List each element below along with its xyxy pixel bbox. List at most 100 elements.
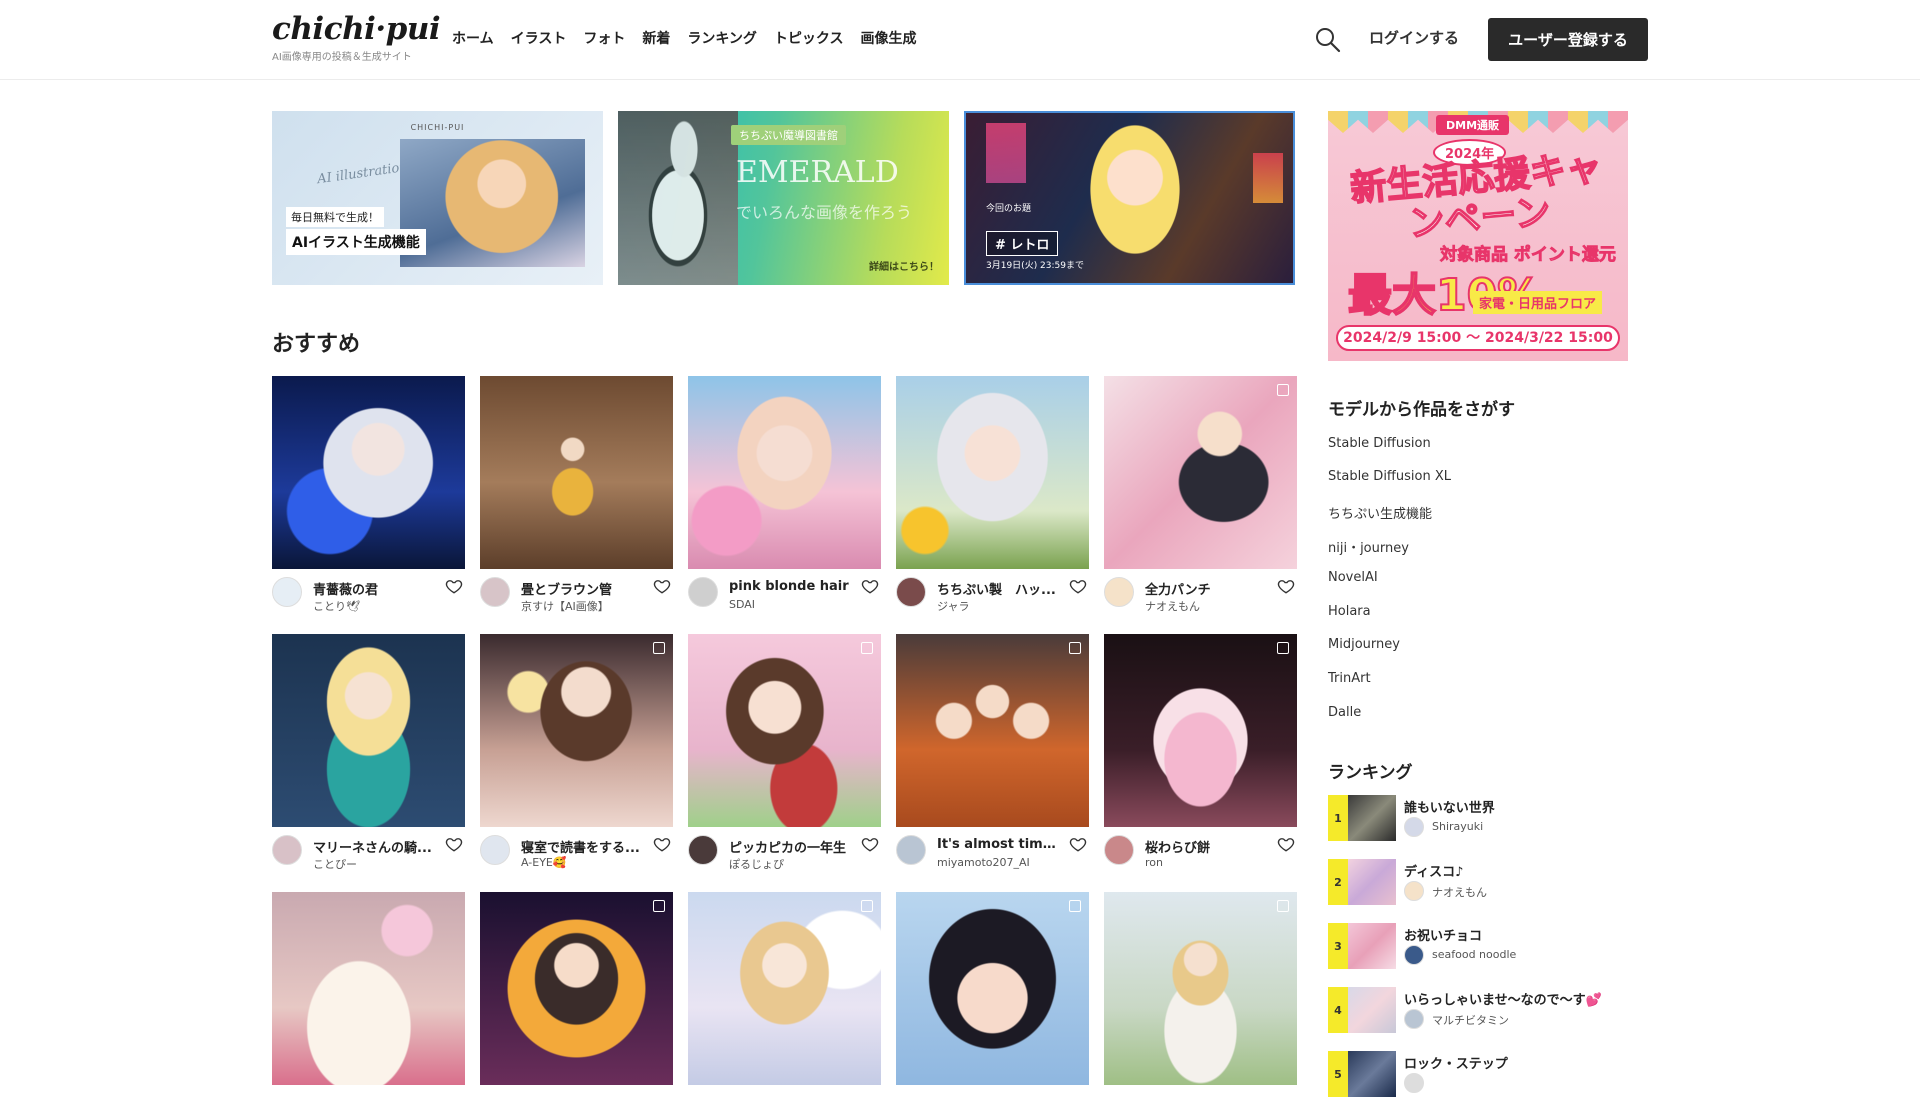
- register-button[interactable]: ユーザー登録する: [1488, 18, 1648, 61]
- artwork-card[interactable]: [1104, 892, 1297, 1085]
- artwork-card[interactable]: [272, 892, 465, 1085]
- artwork-title[interactable]: It's almost time to ...: [937, 837, 1059, 852]
- nav-ranking[interactable]: ランキング: [687, 28, 757, 48]
- model-link[interactable]: niji・journey: [1328, 537, 1409, 556]
- artwork-thumbnail[interactable]: [896, 892, 1089, 1085]
- artwork-thumbnail[interactable]: [1104, 892, 1297, 1085]
- artwork-author[interactable]: SDAI: [729, 598, 869, 611]
- rank-thumbnail[interactable]: [1348, 923, 1396, 969]
- nav-home[interactable]: ホーム: [452, 28, 494, 48]
- rank-title[interactable]: いらっしゃいませ〜なので〜す💕: [1404, 989, 1602, 1008]
- artwork-thumbnail[interactable]: [272, 376, 465, 569]
- rank-author[interactable]: ナオえもん: [1432, 884, 1487, 900]
- artwork-thumbnail[interactable]: [688, 892, 881, 1085]
- model-link[interactable]: Holara: [1328, 604, 1371, 619]
- artwork-author[interactable]: 京すけ【AI画像】: [521, 598, 661, 614]
- rank-thumbnail[interactable]: [1348, 859, 1396, 905]
- heart-icon[interactable]: [1069, 577, 1087, 595]
- rank-author[interactable]: Shirayuki: [1432, 820, 1483, 833]
- heart-icon[interactable]: [1069, 835, 1087, 853]
- artwork-thumbnail[interactable]: [480, 892, 673, 1085]
- artwork-card[interactable]: pink blonde hair SDAI: [688, 376, 881, 619]
- avatar[interactable]: [1404, 945, 1424, 965]
- ranking-item[interactable]: 2 ディスコ♪ ナオえもん: [1328, 859, 1628, 905]
- nav-topics[interactable]: トピックス: [774, 28, 844, 48]
- model-link[interactable]: Midjourney: [1328, 637, 1400, 652]
- banner-topic-retro[interactable]: 今回のお題 # レトロ 3月19日(火) 23:59まで: [964, 111, 1295, 285]
- artwork-thumbnail[interactable]: [688, 376, 881, 569]
- heart-icon[interactable]: [653, 835, 671, 853]
- artwork-author[interactable]: A-EYE🥰: [521, 856, 661, 869]
- artwork-card[interactable]: [688, 892, 881, 1085]
- ranking-item[interactable]: 5 ロック・ステップ: [1328, 1051, 1628, 1097]
- artwork-title[interactable]: 畳とブラウン管: [521, 579, 643, 598]
- artwork-card[interactable]: ピッカピカの一年生 ぽるじょぴ: [688, 634, 881, 877]
- heart-icon[interactable]: [1277, 577, 1295, 595]
- rank-author[interactable]: マルチビタミン: [1432, 1012, 1509, 1028]
- artwork-author[interactable]: ことり🕊: [313, 598, 453, 614]
- rank-thumbnail[interactable]: [1348, 987, 1396, 1033]
- artwork-title[interactable]: マリーネさんの騎...: [313, 837, 435, 856]
- artwork-card[interactable]: [896, 892, 1089, 1085]
- artwork-title[interactable]: ピッカピカの一年生: [729, 837, 851, 856]
- artwork-thumbnail[interactable]: [1104, 376, 1297, 569]
- rank-author[interactable]: seafood noodle: [1432, 948, 1516, 961]
- artwork-card[interactable]: 全力パンチ ナオえもん: [1104, 376, 1297, 619]
- artwork-author[interactable]: ナオえもん: [1145, 598, 1285, 614]
- model-link[interactable]: ちちぷい生成機能: [1328, 503, 1432, 522]
- artwork-author[interactable]: ジャラ: [937, 598, 1077, 614]
- nav-generate[interactable]: 画像生成: [861, 28, 917, 48]
- avatar[interactable]: [272, 577, 302, 607]
- heart-icon[interactable]: [445, 835, 463, 853]
- rank-title[interactable]: お祝いチョコ: [1404, 925, 1482, 944]
- avatar[interactable]: [1404, 1009, 1424, 1029]
- banner-ai-generation[interactable]: CHICHI-PUI AI illustration 毎日無料で生成！ AIイラ…: [272, 111, 603, 285]
- nav-photo[interactable]: フォト: [583, 28, 625, 48]
- artwork-author[interactable]: ron: [1145, 856, 1285, 869]
- rank-title[interactable]: ロック・ステップ: [1404, 1053, 1508, 1072]
- avatar[interactable]: [480, 577, 510, 607]
- heart-icon[interactable]: [1277, 835, 1295, 853]
- avatar[interactable]: [1404, 817, 1424, 837]
- artwork-card[interactable]: 寝室で読書をする... A-EYE🥰: [480, 634, 673, 877]
- avatar[interactable]: [688, 835, 718, 865]
- artwork-thumbnail[interactable]: [688, 634, 881, 827]
- artwork-thumbnail[interactable]: [896, 634, 1089, 827]
- rank-title[interactable]: ディスコ♪: [1404, 861, 1463, 880]
- artwork-title[interactable]: 全力パンチ: [1145, 579, 1267, 598]
- heart-icon[interactable]: [861, 835, 879, 853]
- artwork-thumbnail[interactable]: [272, 892, 465, 1085]
- model-link[interactable]: NovelAI: [1328, 570, 1378, 585]
- heart-icon[interactable]: [861, 577, 879, 595]
- avatar[interactable]: [688, 577, 718, 607]
- artwork-title[interactable]: pink blonde hair: [729, 579, 851, 594]
- search-icon[interactable]: [1314, 26, 1342, 54]
- artwork-card[interactable]: マリーネさんの騎... ことぴー: [272, 634, 465, 877]
- banner-emerald[interactable]: ちちぷい魔導図書館 EMERALD でいろんな画像を作ろう 詳細はこちら！: [618, 111, 949, 285]
- heart-icon[interactable]: [445, 577, 463, 595]
- ranking-item[interactable]: 4 いらっしゃいませ〜なので〜す💕 マルチビタミン: [1328, 987, 1628, 1033]
- artwork-title[interactable]: ちちぷい製 ハッ...: [937, 579, 1059, 598]
- artwork-card[interactable]: ちちぷい製 ハッ... ジャラ: [896, 376, 1089, 619]
- artwork-card[interactable]: 青薔薇の君 ことり🕊: [272, 376, 465, 619]
- avatar[interactable]: [272, 835, 302, 865]
- artwork-author[interactable]: ぽるじょぴ: [729, 856, 869, 872]
- site-logo[interactable]: chichi·pui AI画像専用の投稿＆生成サイト: [272, 12, 441, 63]
- artwork-author[interactable]: ことぴー: [313, 856, 453, 872]
- artwork-thumbnail[interactable]: [896, 376, 1089, 569]
- avatar[interactable]: [896, 577, 926, 607]
- rank-title[interactable]: 誰もいない世界: [1404, 797, 1495, 816]
- artwork-thumbnail[interactable]: [480, 634, 673, 827]
- avatar[interactable]: [896, 835, 926, 865]
- nav-illust[interactable]: イラスト: [511, 28, 567, 48]
- dmm-ad-banner[interactable]: DMM通販 2024年 新生活応援キャンペーン 対象商品 ポイント還元 最大10…: [1328, 111, 1628, 361]
- avatar[interactable]: [1404, 1073, 1424, 1093]
- model-link[interactable]: TrinArt: [1328, 671, 1371, 686]
- model-link[interactable]: Dalle: [1328, 705, 1361, 720]
- avatar[interactable]: [480, 835, 510, 865]
- avatar[interactable]: [1404, 881, 1424, 901]
- ranking-item[interactable]: 1 誰もいない世界 Shirayuki: [1328, 795, 1628, 841]
- ranking-item[interactable]: 3 お祝いチョコ seafood noodle: [1328, 923, 1628, 969]
- rank-thumbnail[interactable]: [1348, 1051, 1396, 1097]
- avatar[interactable]: [1104, 577, 1134, 607]
